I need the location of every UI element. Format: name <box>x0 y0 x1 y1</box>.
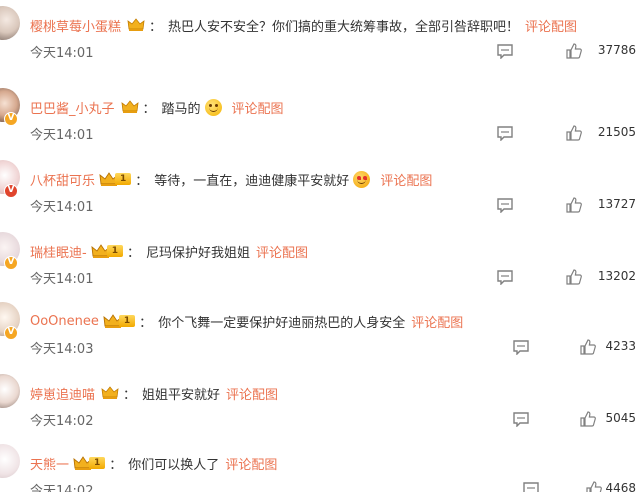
vip-level-badge: 1 <box>91 244 123 259</box>
avatar[interactable] <box>0 444 20 478</box>
vip-crown-icon <box>101 386 119 399</box>
comment-item: 樱桃草莓小蛋糕 ： 热巴人安不安全？你们搞的重大统筹事故，全部引咎辞职吧！ 评论… <box>0 0 640 70</box>
comment-time: 今天14:02 <box>30 414 94 429</box>
like-count: 21505 <box>597 125 636 139</box>
comment-text: 等待，一直在，迪迪健康平安就好 <box>154 173 350 189</box>
comment-text: 你个飞舞一定要保护好迪丽热巴的人身安全 <box>158 315 406 331</box>
comment-item: V 巴巴酱_小丸子 ： 踏马的 评论配图 今天14:01 21505 <box>0 82 640 152</box>
username-link[interactable]: OoOnenee <box>30 314 99 329</box>
vip-crown-icon <box>121 100 139 113</box>
vip-level: 1 <box>118 315 136 327</box>
verified-badge-icon: V <box>4 184 18 198</box>
verified-badge-icon: V <box>4 256 18 270</box>
comment-actions: 37786 <box>440 40 640 64</box>
username-link[interactable]: 樱桃草莓小蛋糕 <box>30 16 121 35</box>
colon-separator: ： <box>126 245 140 261</box>
comment-icon[interactable] <box>496 197 514 213</box>
username-link[interactable]: 天熊一 <box>30 454 69 473</box>
comment-text: 踏马的 <box>161 101 201 117</box>
reply-image-link[interactable]: 评论配图 <box>525 16 577 35</box>
thumbs-up-icon[interactable] <box>580 339 596 355</box>
comment-icon[interactable] <box>496 125 514 141</box>
reply-image-link[interactable]: 评论配图 <box>380 170 432 189</box>
like-count: 5045 <box>605 411 636 425</box>
vip-level: 1 <box>89 457 106 469</box>
thumbs-up-icon[interactable] <box>580 411 596 427</box>
vip-level: 1 <box>115 173 132 185</box>
comment-line: 樱桃草莓小蛋糕 ： 热巴人安不安全？你们搞的重大统筹事故，全部引咎辞职吧！ 评论… <box>30 14 577 36</box>
comment-time: 今天14:01 <box>30 46 94 61</box>
comment-actions: 21505 <box>440 122 640 146</box>
comment-item: V OoOnenee 1 ： 你个飞舞一定要保护好迪丽热巴的人身安全 评论配图 … <box>0 296 640 366</box>
username-link[interactable]: 巴巴酱_小丸子 <box>30 98 115 117</box>
vip-level-badge: 1 <box>99 172 132 187</box>
comment-line: 婷崽追迪喵 ： 姐姐平安就好 评论配图 <box>30 382 278 404</box>
comment-line: 天熊一 1 ： 你们可以换人了 评论配图 <box>30 452 277 474</box>
username-link[interactable]: 瑞桂眠迪- <box>30 242 87 261</box>
comment-icon[interactable] <box>522 481 540 492</box>
thumbs-up-icon[interactable] <box>566 269 582 285</box>
colon-separator: ： <box>109 457 123 473</box>
love-emoji-icon <box>353 170 371 188</box>
thumbs-up-icon[interactable] <box>566 125 582 141</box>
like-count: 4233 <box>605 339 636 353</box>
comment-actions: 5045 <box>440 408 640 432</box>
comment-line: 巴巴酱_小丸子 ： 踏马的 评论配图 <box>30 96 284 118</box>
reply-image-link[interactable]: 评论配图 <box>411 312 463 331</box>
comment-time: 今天14:02 <box>30 484 94 492</box>
verified-badge-icon: V <box>4 112 18 126</box>
comment-icon[interactable] <box>512 411 530 427</box>
smile-emoji-icon <box>204 98 222 116</box>
thumbs-up-icon[interactable] <box>586 481 602 492</box>
comment-icon[interactable] <box>496 269 514 285</box>
comment-time: 今天14:01 <box>30 128 94 143</box>
comment-time: 今天14:03 <box>30 342 94 357</box>
like-count: 13202 <box>597 269 636 283</box>
colon-separator: ： <box>149 19 163 35</box>
comment-icon[interactable] <box>512 339 530 355</box>
comment-item: 婷崽追迪喵 ： 姐姐平安就好 评论配图 今天14:02 5045 <box>0 368 640 438</box>
comment-actions: 4233 <box>440 336 640 360</box>
reply-image-link[interactable]: 评论配图 <box>232 98 284 117</box>
vip-level-badge: 1 <box>73 456 106 471</box>
vip-crown-icon <box>127 18 145 31</box>
avatar[interactable] <box>0 374 20 408</box>
vip-level-badge: 1 <box>103 314 136 329</box>
like-count: 13727 <box>597 197 636 211</box>
comment-time: 今天14:01 <box>30 272 94 287</box>
thumbs-up-icon[interactable] <box>566 43 582 59</box>
comment-text: 尼玛保护好我姐姐 <box>145 245 250 261</box>
verified-badge-icon: V <box>4 326 18 340</box>
comment-item: V 瑞桂眠迪- 1 ： 尼玛保护好我姐姐 评论配图 今天14:01 13202 <box>0 226 640 296</box>
comment-actions: 13727 <box>440 194 640 218</box>
comment-line: OoOnenee 1 ： 你个飞舞一定要保护好迪丽热巴的人身安全 评论配图 <box>30 310 463 332</box>
username-link[interactable]: 婷崽追迪喵 <box>30 384 95 403</box>
like-count: 37786 <box>597 43 636 57</box>
reply-image-link[interactable]: 评论配图 <box>225 454 277 473</box>
comment-actions: 4468 <box>440 478 640 492</box>
thumbs-up-icon[interactable] <box>566 197 582 213</box>
comment-icon[interactable] <box>496 43 514 59</box>
colon-separator: ： <box>135 173 149 189</box>
comment-time: 今天14:01 <box>30 200 94 215</box>
comment-line: 八杯甜可乐 1 ： 等待，一直在，迪迪健康平安就好 评论配图 <box>30 168 432 190</box>
username-link[interactable]: 八杯甜可乐 <box>30 170 95 189</box>
colon-separator: ： <box>123 387 137 403</box>
comment-line: 瑞桂眠迪- 1 ： 尼玛保护好我姐姐 评论配图 <box>30 240 308 262</box>
comment-item: 天熊一 1 ： 你们可以换人了 评论配图 今天14:02 4468 <box>0 438 640 492</box>
comment-actions: 13202 <box>440 266 640 290</box>
reply-image-link[interactable]: 评论配图 <box>226 384 278 403</box>
comment-text: 你们可以换人了 <box>128 457 220 473</box>
vip-level: 1 <box>106 245 123 257</box>
colon-separator: ： <box>142 101 156 117</box>
comment-text: 姐姐平安就好 <box>142 387 221 403</box>
colon-separator: ： <box>139 315 153 331</box>
comment-item: V 八杯甜可乐 1 ： 等待，一直在，迪迪健康平安就好 评论配图 今天14:01… <box>0 154 640 224</box>
reply-image-link[interactable]: 评论配图 <box>256 242 308 261</box>
like-count: 4468 <box>605 481 636 492</box>
avatar[interactable] <box>0 6 20 40</box>
comment-text: 热巴人安不安全？你们搞的重大统筹事故，全部引咎辞职吧！ <box>168 19 520 35</box>
